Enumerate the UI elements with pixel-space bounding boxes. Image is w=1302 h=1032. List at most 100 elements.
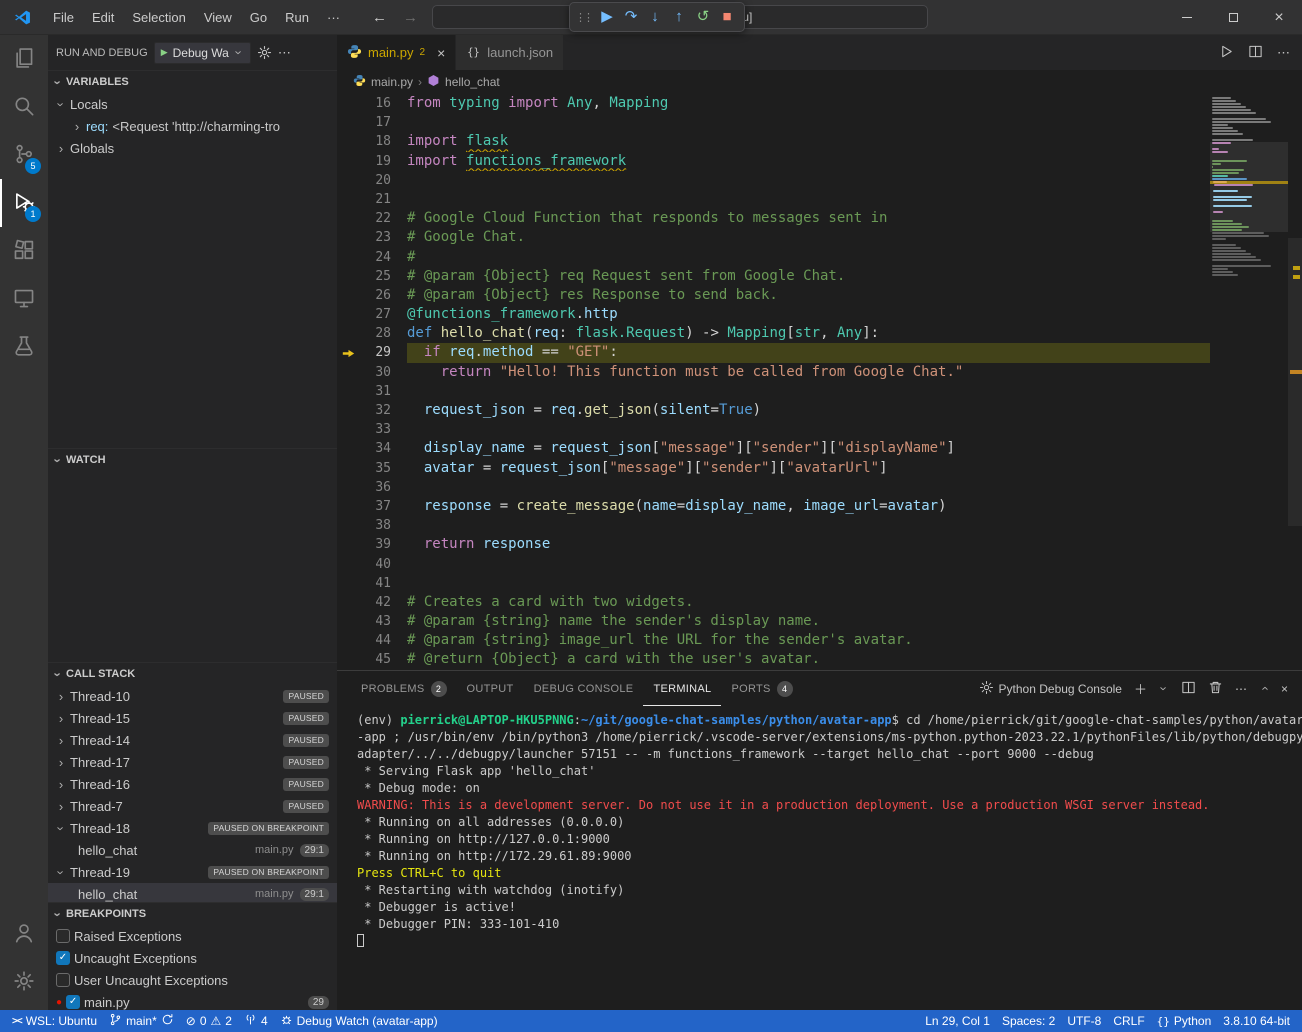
callstack-thread-row[interactable]: ›Thread-17PAUSED: [48, 751, 337, 773]
code-text[interactable]: @functions_framework.http: [407, 305, 1210, 324]
menu-go[interactable]: Go: [241, 0, 276, 35]
call-stack-header[interactable]: › CALL STACK: [48, 663, 337, 685]
status-eol[interactable]: CRLF: [1107, 1010, 1150, 1032]
debug-step-over-icon[interactable]: ↷: [619, 3, 643, 31]
menu-more[interactable]: ···: [318, 0, 349, 35]
activitybar-accounts[interactable]: [0, 910, 48, 958]
panel-tab-terminal[interactable]: TERMINAL: [643, 671, 721, 706]
kill-terminal-icon[interactable]: [1208, 680, 1223, 698]
code-text[interactable]: if req.method == "GET":: [407, 343, 1210, 362]
code-text[interactable]: #: [407, 248, 1210, 267]
scrollbar[interactable]: [1288, 238, 1302, 526]
code-text[interactable]: [407, 382, 1210, 401]
activitybar-run-and-debug[interactable]: 1: [0, 179, 48, 227]
remote-indicator[interactable]: ><WSL: Ubuntu: [6, 1010, 103, 1032]
tab-launch.json[interactable]: {}launch.json: [456, 35, 564, 70]
code-text[interactable]: [407, 171, 1210, 190]
problems-indicator[interactable]: ⊘0⚠2: [180, 1010, 238, 1032]
code-text[interactable]: # @return {Object} a card with the user'…: [407, 650, 1210, 669]
code-text[interactable]: [407, 113, 1210, 132]
breadcrumb-item[interactable]: main.py: [371, 75, 413, 89]
debug-restart-icon[interactable]: ↺: [691, 3, 715, 31]
start-debug-icon[interactable]: ▶: [161, 47, 168, 58]
code-text[interactable]: # Creates a card with two widgets.: [407, 593, 1210, 612]
new-terminal-icon[interactable]: ＋: [1134, 679, 1147, 698]
minimap-slider[interactable]: [1210, 142, 1288, 232]
status-indentation[interactable]: Spaces: 2: [996, 1010, 1061, 1032]
status-encoding[interactable]: UTF-8: [1061, 1010, 1107, 1032]
variable-row[interactable]: ›req: <Request 'http://charming-tro: [48, 115, 337, 137]
breakpoint-checkbox[interactable]: ✓: [66, 995, 80, 1009]
terminal-dropdown-icon[interactable]: ›: [1156, 684, 1171, 694]
close-icon[interactable]: ×: [437, 45, 445, 61]
callstack-thread-row[interactable]: ›Thread-7PAUSED: [48, 795, 337, 817]
breakpoint-row[interactable]: Raised Exceptions: [48, 925, 337, 947]
code-text[interactable]: from typing import Any, Mapping: [407, 94, 1210, 113]
status-interpreter[interactable]: 3.8.10 64-bit: [1217, 1010, 1296, 1032]
maximize-panel-icon[interactable]: ›: [1256, 684, 1271, 694]
split-editor-icon[interactable]: [1248, 44, 1263, 62]
gear-icon[interactable]: [257, 45, 272, 60]
activitybar-search[interactable]: [0, 83, 48, 131]
minimize-icon[interactable]: [1164, 0, 1210, 35]
close-panel-icon[interactable]: ×: [1281, 682, 1288, 696]
callstack-thread-row[interactable]: ›Thread-14PAUSED: [48, 729, 337, 751]
code-text[interactable]: request_json = req.get_json(silent=True): [407, 401, 1210, 420]
code-text[interactable]: display_name = request_json["message"]["…: [407, 439, 1210, 458]
code-text[interactable]: [407, 574, 1210, 593]
ports-indicator[interactable]: 4: [238, 1010, 274, 1032]
debug-step-into-icon[interactable]: ↓: [643, 3, 667, 31]
activitybar-remote-explorer[interactable]: [0, 275, 48, 323]
minimap[interactable]: [1210, 94, 1288, 670]
callstack-thread-row[interactable]: ›Thread-18PAUSED ON BREAKPOINT: [48, 817, 337, 839]
activitybar-source-control[interactable]: 5: [0, 131, 48, 179]
breakpoint-checkbox[interactable]: [56, 973, 70, 987]
menu-edit[interactable]: Edit: [83, 0, 123, 35]
overview-ruler[interactable]: [1288, 94, 1302, 670]
more-actions-icon[interactable]: ⋯: [1277, 45, 1290, 61]
code-text[interactable]: [407, 555, 1210, 574]
code-text[interactable]: # @param {string} name the sender's disp…: [407, 612, 1210, 631]
panel-tab-debug-console[interactable]: DEBUG CONSOLE: [524, 671, 644, 706]
drag-grip-icon[interactable]: ⋮⋮: [575, 11, 591, 24]
code-text[interactable]: # @param {Object} res Response to send b…: [407, 286, 1210, 305]
breakpoints-header[interactable]: › BREAKPOINTS: [48, 903, 337, 925]
menu-selection[interactable]: Selection: [123, 0, 194, 35]
callstack-thread-row[interactable]: ›Thread-16PAUSED: [48, 773, 337, 795]
maximize-icon[interactable]: [1210, 0, 1256, 35]
terminal-output[interactable]: (env) pierrick@LAPTOP-HKU5PNNG:~/git/goo…: [337, 706, 1302, 1010]
branch-indicator[interactable]: main*: [103, 1010, 180, 1032]
menu-view[interactable]: View: [195, 0, 241, 35]
variable-row[interactable]: ›Globals: [48, 137, 337, 159]
panel-tab-output[interactable]: OUTPUT: [457, 671, 524, 706]
callstack-frame-row[interactable]: hello_chatmain.py29:1: [48, 883, 337, 902]
status-language[interactable]: {}Python: [1151, 1010, 1218, 1032]
activitybar-testing[interactable]: [0, 323, 48, 371]
code-text[interactable]: import functions_framework: [407, 152, 1210, 171]
code-text[interactable]: return "Hello! This function must be cal…: [407, 363, 1210, 382]
code-text[interactable]: # @param {Object} req Request sent from …: [407, 267, 1210, 286]
code-text[interactable]: [407, 190, 1210, 209]
split-terminal-icon[interactable]: [1181, 680, 1196, 698]
debug-continue-icon[interactable]: ▶: [595, 3, 619, 31]
breakpoint-row[interactable]: ●✓main.py29: [48, 991, 337, 1010]
more-actions-icon[interactable]: ⋯: [1235, 682, 1247, 696]
code-text[interactable]: # Google Chat.: [407, 228, 1210, 247]
tab-main.py[interactable]: main.py2×: [337, 35, 456, 70]
activitybar-extensions[interactable]: [0, 227, 48, 275]
back-icon[interactable]: ←: [372, 9, 387, 26]
panel-tab-ports[interactable]: PORTS4: [721, 671, 802, 706]
debug-session-indicator[interactable]: Debug Watch (avatar-app): [274, 1010, 444, 1032]
command-center[interactable]: tu] ⋮⋮▶↷↓↑↺■: [432, 5, 928, 29]
activitybar-settings[interactable]: [0, 958, 48, 1006]
run-python-file-icon[interactable]: [1219, 44, 1234, 62]
code-text[interactable]: return response: [407, 535, 1210, 554]
status-cursor-position[interactable]: Ln 29, Col 1: [919, 1010, 996, 1032]
code-editor[interactable]: 16from typing import Any, Mapping1718imp…: [337, 94, 1302, 670]
code-text[interactable]: [407, 478, 1210, 497]
code-text[interactable]: [407, 420, 1210, 439]
callstack-thread-row[interactable]: ›Thread-15PAUSED: [48, 707, 337, 729]
menu-file[interactable]: File: [44, 0, 83, 35]
callstack-frame-row[interactable]: hello_chatmain.py29:1: [48, 839, 337, 861]
code-text[interactable]: [407, 516, 1210, 535]
